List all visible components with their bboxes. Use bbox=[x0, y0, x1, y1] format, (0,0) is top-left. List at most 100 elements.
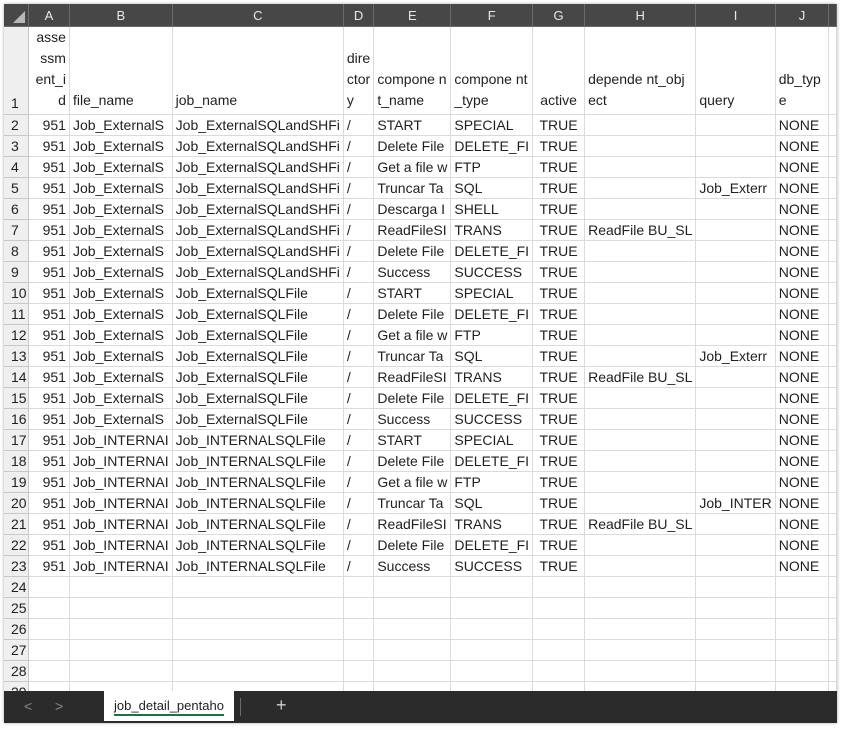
cell-e[interactable]: ReadFileSI bbox=[373, 513, 452, 535]
cell-j[interactable]: db_type bbox=[775, 26, 830, 115]
cell-c[interactable]: Job_ExternalSQLFile bbox=[172, 324, 344, 346]
row-header[interactable]: 29 bbox=[4, 681, 29, 691]
cell-b[interactable]: Job_ExternalS bbox=[69, 219, 173, 241]
cell-h[interactable] bbox=[584, 114, 697, 136]
cell-d[interactable]: / bbox=[343, 429, 375, 451]
cell-i[interactable] bbox=[695, 534, 776, 556]
cell-c[interactable]: Job_ExternalSQLFile bbox=[172, 345, 344, 367]
cell-j[interactable]: NONE bbox=[775, 282, 830, 304]
cell-d[interactable]: / bbox=[343, 114, 375, 136]
cell-a[interactable]: 951 bbox=[28, 324, 70, 346]
cell-e[interactable] bbox=[373, 660, 452, 682]
cell-j[interactable]: NONE bbox=[775, 156, 830, 178]
cell-b[interactable]: Job_ExternalS bbox=[69, 198, 173, 220]
cell-j[interactable]: NONE bbox=[775, 177, 830, 199]
cell-d[interactable]: / bbox=[343, 282, 375, 304]
cell-h[interactable] bbox=[584, 135, 697, 157]
cell-g[interactable]: TRUE bbox=[532, 345, 586, 367]
cell-c[interactable] bbox=[172, 576, 344, 598]
cell-a[interactable] bbox=[28, 576, 70, 598]
cell-d[interactable]: / bbox=[343, 534, 375, 556]
cell-i[interactable] bbox=[695, 240, 776, 262]
cell-c[interactable]: Job_INTERNALSQLFile bbox=[172, 555, 344, 577]
cell-h[interactable] bbox=[584, 282, 697, 304]
cell-b[interactable]: Job_ExternalS bbox=[69, 303, 173, 325]
cell-b[interactable]: Job_INTERNAI bbox=[69, 534, 173, 556]
cell-i[interactable] bbox=[695, 198, 776, 220]
cell-f[interactable]: SPECIAL bbox=[450, 282, 534, 304]
row-header[interactable]: 5 bbox=[4, 177, 29, 199]
cell-j[interactable]: NONE bbox=[775, 555, 830, 577]
cell-e[interactable]: Success bbox=[373, 555, 452, 577]
cell-c[interactable] bbox=[172, 639, 344, 661]
cell-g[interactable]: TRUE bbox=[532, 471, 586, 493]
cell-e[interactable]: Get a file w bbox=[373, 471, 452, 493]
row-header[interactable]: 15 bbox=[4, 387, 29, 409]
cell-g[interactable]: TRUE bbox=[532, 135, 586, 157]
cell-g[interactable]: TRUE bbox=[532, 429, 586, 451]
cell-c[interactable]: Job_INTERNALSQLFile bbox=[172, 513, 344, 535]
cell-j[interactable]: NONE bbox=[775, 387, 830, 409]
row-header[interactable]: 24 bbox=[4, 576, 29, 598]
cell-c[interactable]: Job_ExternalSQLandSHFi bbox=[172, 240, 344, 262]
cell-a[interactable]: 951 bbox=[28, 261, 70, 283]
cell-g[interactable]: TRUE bbox=[532, 219, 586, 241]
cell-d[interactable]: / bbox=[343, 324, 375, 346]
cell-d[interactable]: / bbox=[343, 408, 375, 430]
cell-b[interactable] bbox=[69, 639, 173, 661]
cell-i[interactable] bbox=[695, 555, 776, 577]
cell-h[interactable] bbox=[584, 261, 697, 283]
cell-i[interactable] bbox=[695, 429, 776, 451]
cell-f[interactable]: FTP bbox=[450, 324, 534, 346]
cell-f[interactable]: DELETE_FI bbox=[450, 135, 534, 157]
cell-h[interactable] bbox=[584, 639, 697, 661]
cell-i[interactable]: Job_INTER bbox=[695, 492, 776, 514]
column-header-b[interactable]: B bbox=[69, 4, 173, 27]
cell-a[interactable]: 951 bbox=[28, 135, 70, 157]
cell-f[interactable] bbox=[450, 618, 534, 640]
cell-g[interactable]: TRUE bbox=[532, 177, 586, 199]
cell-h[interactable] bbox=[584, 492, 697, 514]
cell-g[interactable] bbox=[532, 576, 586, 598]
cell-a[interactable]: assessm ent_id bbox=[28, 26, 70, 115]
cell-i[interactable] bbox=[695, 261, 776, 283]
cell-i[interactable] bbox=[695, 366, 776, 388]
cell-i[interactable] bbox=[695, 303, 776, 325]
cell-i[interactable]: Job_Exterr bbox=[695, 177, 776, 199]
cell-a[interactable]: 951 bbox=[28, 156, 70, 178]
row-header[interactable]: 16 bbox=[4, 408, 29, 430]
cell-e[interactable]: START bbox=[373, 282, 452, 304]
cell-e[interactable]: Delete File bbox=[373, 534, 452, 556]
cell-b[interactable] bbox=[69, 597, 173, 619]
cell-e[interactable] bbox=[373, 639, 452, 661]
cell-e[interactable]: compone nt_name bbox=[373, 26, 452, 115]
cell-g[interactable]: TRUE bbox=[532, 408, 586, 430]
cell-f[interactable]: TRANS bbox=[450, 366, 534, 388]
cell-f[interactable]: SHELL bbox=[450, 198, 534, 220]
cell-j[interactable]: NONE bbox=[775, 408, 830, 430]
cell-j[interactable]: NONE bbox=[775, 345, 830, 367]
cell-f[interactable]: SPECIAL bbox=[450, 429, 534, 451]
column-header-h[interactable]: H bbox=[584, 4, 697, 27]
cell-h[interactable] bbox=[584, 387, 697, 409]
cell-d[interactable]: / bbox=[343, 345, 375, 367]
cell-h[interactable] bbox=[584, 177, 697, 199]
cell-f[interactable] bbox=[450, 681, 534, 691]
cell-i[interactable] bbox=[695, 471, 776, 493]
cell-d[interactable]: / bbox=[343, 450, 375, 472]
cell-c[interactable]: Job_ExternalSQLandSHFi bbox=[172, 156, 344, 178]
cell-i[interactable] bbox=[695, 618, 776, 640]
cell-e[interactable]: Get a file w bbox=[373, 156, 452, 178]
cell-j[interactable]: NONE bbox=[775, 534, 830, 556]
row-header[interactable]: 9 bbox=[4, 261, 29, 283]
row-header[interactable]: 21 bbox=[4, 513, 29, 535]
cell-e[interactable] bbox=[373, 681, 452, 691]
cell-j[interactable]: NONE bbox=[775, 198, 830, 220]
row-header[interactable]: 27 bbox=[4, 639, 29, 661]
cell-g[interactable]: TRUE bbox=[532, 240, 586, 262]
cell-d[interactable] bbox=[343, 576, 375, 598]
cell-j[interactable] bbox=[775, 660, 830, 682]
cell-c[interactable]: Job_ExternalSQLandSHFi bbox=[172, 135, 344, 157]
column-header-e[interactable]: E bbox=[373, 4, 452, 27]
cell-f[interactable]: SUCCESS bbox=[450, 555, 534, 577]
